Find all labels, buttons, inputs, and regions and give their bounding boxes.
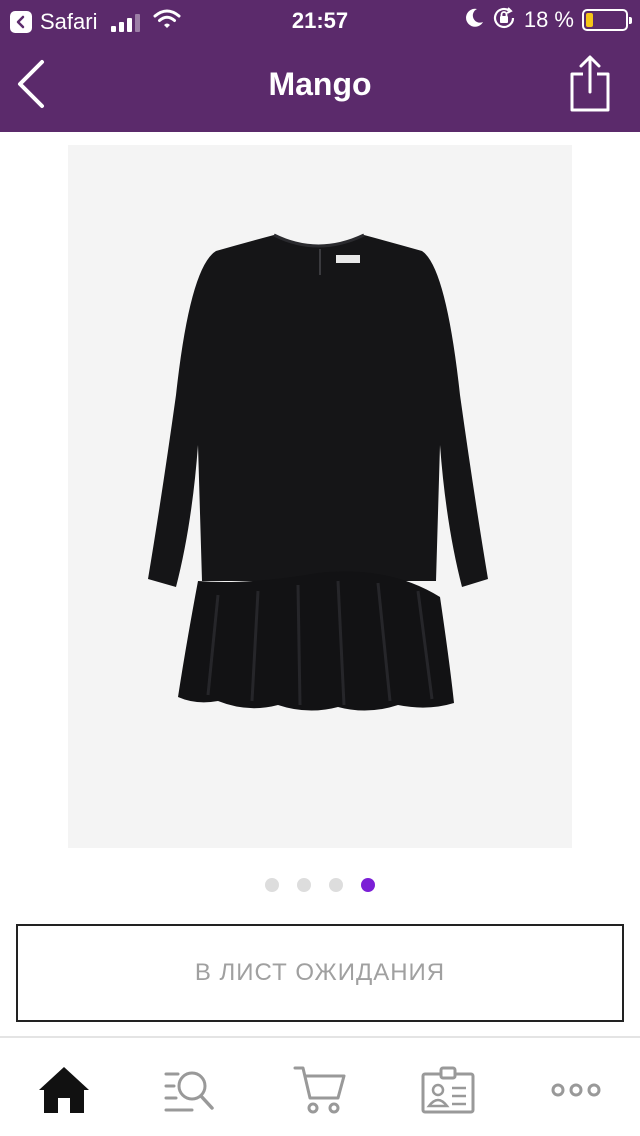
cart-icon: [293, 1066, 346, 1114]
share-button[interactable]: [568, 54, 612, 114]
carousel-indicator[interactable]: [0, 878, 640, 894]
carousel-dot[interactable]: [297, 878, 311, 892]
carousel-dot[interactable]: [265, 878, 279, 892]
rotation-lock-icon: [492, 6, 516, 35]
battery-percent: 18 %: [523, 7, 574, 32]
tab-profile[interactable]: [416, 1060, 480, 1120]
top-bar: Safari 21:57 18 % Mango: [0, 0, 640, 132]
product-image[interactable]: [68, 145, 572, 848]
status-right: 18 %: [464, 6, 632, 35]
moon-icon: [464, 7, 484, 34]
tab-search[interactable]: [158, 1060, 222, 1120]
dress-image: [68, 145, 572, 848]
status-bar: Safari 21:57 18 %: [0, 0, 640, 40]
battery-level: [586, 13, 593, 27]
profile-card-icon: [421, 1066, 475, 1114]
tab-cart[interactable]: [288, 1060, 352, 1120]
tab-more[interactable]: [544, 1060, 608, 1120]
share-icon: [570, 55, 610, 112]
carousel-dot[interactable]: [361, 878, 375, 892]
home-icon: [39, 1067, 89, 1113]
navigation-bar: Mango: [0, 40, 640, 132]
more-icon: [551, 1083, 601, 1097]
battery-tip: [629, 17, 632, 24]
tab-bar: [0, 1036, 640, 1136]
waitlist-button[interactable]: В ЛИСТ ОЖИДАНИЯ: [16, 924, 624, 1022]
carousel-dot[interactable]: [329, 878, 343, 892]
battery-icon: [582, 9, 632, 31]
search-icon: [164, 1071, 214, 1112]
tab-home[interactable]: [32, 1060, 96, 1120]
page-title: Mango: [268, 66, 372, 102]
